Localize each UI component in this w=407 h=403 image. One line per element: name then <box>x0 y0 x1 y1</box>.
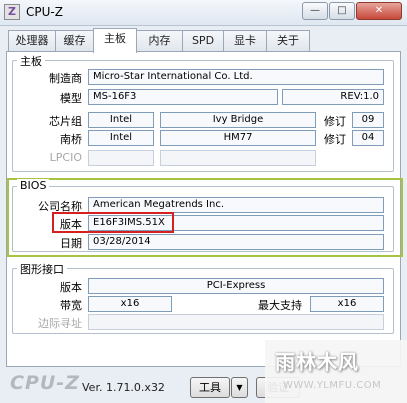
close-button[interactable]: ✕ <box>356 2 402 20</box>
watermark-text: 雨林木风 <box>275 350 359 374</box>
manufacturer-label: 制造商 <box>49 72 82 85</box>
gi-side-band-label: 边际寻址 <box>38 317 82 330</box>
revision-field: REV:1.0 <box>282 89 384 105</box>
minimize-button[interactable]: — <box>302 2 328 20</box>
bios-date-label: 日期 <box>60 237 82 250</box>
tab-cpu[interactable]: 处理器 <box>8 30 56 52</box>
lpcio-label: LPCIO <box>49 151 82 164</box>
gi-version-label: 版本 <box>60 281 82 294</box>
bios-version-highlight <box>52 212 174 233</box>
chipset-name-field: Ivy Bridge <box>160 112 316 128</box>
chipset-label: 芯片组 <box>49 115 82 128</box>
cpuz-logo: CPU-Z <box>10 372 80 394</box>
cpuz-icon: Z <box>4 4 20 20</box>
bios-brand-field: American Megatrends Inc. <box>88 197 384 213</box>
chipset-vendor-field: Intel <box>88 112 154 128</box>
version-text: Ver. 1.71.0.x32 <box>82 381 165 394</box>
tab-graphics[interactable]: 显卡 <box>223 30 267 52</box>
chipset-rev-label: 修订 <box>324 115 346 128</box>
gi-side-band-field <box>88 314 384 330</box>
maximize-button[interactable]: □ <box>329 2 355 20</box>
gi-link-width-field: x16 <box>88 296 172 312</box>
window-title: CPU-Z <box>26 5 63 19</box>
tools-button[interactable]: 工具 <box>190 377 230 398</box>
tab-spd[interactable]: SPD <box>182 30 224 52</box>
gi-max-supported-label: 最大支持 <box>258 299 302 312</box>
watermark-url: WWW.YLMFU.COM <box>283 380 382 391</box>
bios-legend: BIOS <box>17 179 50 192</box>
lpcio-vendor-field <box>88 150 154 166</box>
lpcio-name-field <box>160 150 316 166</box>
southbridge-name-field: HM77 <box>160 130 316 146</box>
southbridge-rev-label: 修订 <box>324 133 346 146</box>
tools-dropdown-arrow[interactable]: ▼ <box>231 377 248 398</box>
southbridge-vendor-field: Intel <box>88 130 154 146</box>
gi-version-field: PCI-Express <box>88 278 384 294</box>
gi-max-supported-field: x16 <box>310 296 384 312</box>
gi-link-width-label: 带宽 <box>60 299 82 312</box>
southbridge-label: 南桥 <box>60 133 82 146</box>
graphic-interface-legend: 图形接口 <box>17 261 67 277</box>
model-label: 模型 <box>60 92 82 105</box>
bios-date-field: 03/28/2014 <box>88 234 384 250</box>
manufacturer-field: Micro-Star International Co. Ltd. <box>88 69 384 85</box>
tab-about[interactable]: 关于 <box>266 30 310 52</box>
model-field: MS-16F3 <box>88 89 278 105</box>
chipset-rev-field: 09 <box>352 112 384 128</box>
tab-memory[interactable]: 内存 <box>136 30 183 52</box>
southbridge-rev-field: 04 <box>352 130 384 146</box>
tab-caches[interactable]: 缓存 <box>55 30 94 52</box>
motherboard-legend: 主板 <box>17 53 45 69</box>
tab-mainboard[interactable]: 主板 <box>93 28 137 53</box>
tab-strip: 处理器 缓存 主板 内存 SPD 显卡 关于 <box>8 28 403 53</box>
